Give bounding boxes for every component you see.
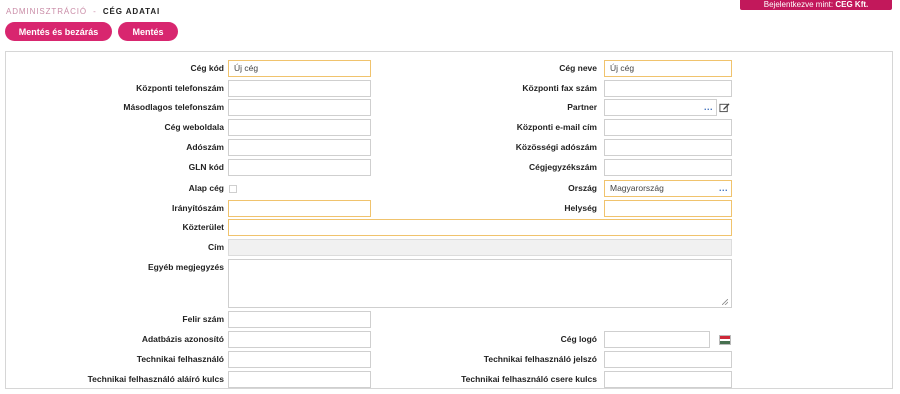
kozponti-telefonszam-label: Központi telefonszám	[136, 83, 224, 93]
gln-kod-input[interactable]	[228, 159, 371, 176]
kozossegi-adoszam-input[interactable]	[604, 139, 732, 156]
kozponti-telefonszam-input[interactable]	[228, 80, 371, 97]
orszag-label: Ország	[568, 183, 597, 193]
breadcrumb-parent[interactable]: ADMINISZTRÁCIÓ	[6, 7, 87, 16]
iranyitoszam-input[interactable]	[228, 200, 371, 217]
helyseg-label: Helység	[564, 203, 597, 213]
ceg-neve-label: Cég neve	[559, 63, 597, 73]
ceg-logo-input[interactable]	[604, 331, 710, 348]
kozponti-email-input[interactable]	[604, 119, 732, 136]
ceg-weboldala-label: Cég weboldala	[164, 122, 224, 132]
ceg-logo-label: Cég logó	[560, 334, 597, 344]
partner-input[interactable]: ...	[604, 99, 717, 116]
helyseg-input[interactable]	[604, 200, 732, 217]
edit-icon[interactable]	[719, 102, 730, 113]
cim-input	[228, 239, 732, 256]
kozponti-email-label: Központi e-mail cím	[516, 122, 597, 132]
technikai-csere-kulcs-label: Technikai felhasználó csere kulcs	[461, 374, 597, 384]
partner-lookup-button[interactable]: ...	[704, 100, 713, 115]
felir-szam-label: Felir szám	[182, 314, 224, 324]
ceg-kod-input[interactable]: Új cég	[228, 60, 371, 77]
technikai-csere-kulcs-input[interactable]	[604, 371, 732, 388]
iranyitoszam-label: Irányítószám	[172, 203, 224, 213]
adatbazis-azonosito-input[interactable]	[228, 331, 371, 348]
kozterulet-label: Közterület	[182, 222, 224, 232]
save-button[interactable]: Mentés	[118, 22, 178, 41]
login-user: CEG Kft.	[835, 0, 869, 9]
gln-kod-label: GLN kód	[188, 162, 224, 172]
technikai-jelszo-label: Technikai felhasználó jelszó	[483, 354, 597, 364]
egyeb-megjegyzes-label: Egyéb megjegyzés	[147, 262, 224, 272]
cegjegyzekszam-label: Cégjegyzékszám	[528, 162, 597, 172]
adoszam-label: Adószám	[186, 142, 224, 152]
breadcrumb: ADMINISZTRÁCIÓ - CÉG ADATAI	[6, 7, 160, 16]
ceg-kod-label: Cég kód	[190, 63, 224, 73]
technikai-felhasznalo-input[interactable]	[228, 351, 371, 368]
kozponti-fax-input[interactable]	[604, 80, 732, 97]
breadcrumb-separator: -	[93, 7, 97, 16]
login-text: Bejelentkezve mint:	[763, 0, 834, 9]
login-badge: Bejelentkezve mint: CEG Kft.	[740, 0, 892, 10]
felir-szam-input[interactable]	[228, 311, 371, 328]
masodlagos-telefonszam-label: Másodlagos telefonszám	[123, 102, 224, 112]
kozponti-fax-label: Központi fax szám	[522, 83, 597, 93]
alap-ceg-label: Alap cég	[188, 183, 224, 193]
partner-label: Partner	[567, 102, 597, 112]
orszag-lookup-button[interactable]: ...	[719, 181, 728, 196]
cegjegyzekszam-input[interactable]	[604, 159, 732, 176]
ceg-neve-input[interactable]: Új cég	[604, 60, 732, 77]
orszag-value: Magyarország	[610, 183, 664, 193]
cim-label: Cím	[207, 242, 224, 252]
egyeb-megjegyzes-textarea[interactable]	[228, 259, 732, 308]
ceg-weboldala-input[interactable]	[228, 119, 371, 136]
technikai-alairo-kulcs-input[interactable]	[228, 371, 371, 388]
technikai-jelszo-input[interactable]	[604, 351, 732, 368]
save-and-close-button[interactable]: Mentés és bezárás	[5, 22, 112, 41]
alap-ceg-checkbox[interactable]	[229, 185, 237, 193]
technikai-felhasznalo-label: Technikai felhasználó	[136, 354, 224, 364]
resize-handle-icon[interactable]	[722, 299, 728, 305]
flag-icon[interactable]	[719, 335, 731, 345]
orszag-input[interactable]: Magyarország ...	[604, 180, 732, 197]
breadcrumb-current: CÉG ADATAI	[102, 7, 161, 16]
masodlagos-telefonszam-input[interactable]	[228, 99, 371, 116]
kozterulet-input[interactable]	[228, 219, 732, 236]
technikai-alairo-kulcs-label: Technikai felhasználó aláíró kulcs	[87, 374, 224, 384]
adatbazis-azonosito-label: Adatbázis azonosító	[141, 334, 224, 344]
kozossegi-adoszam-label: Közösségi adószám	[515, 142, 597, 152]
adoszam-input[interactable]	[228, 139, 371, 156]
